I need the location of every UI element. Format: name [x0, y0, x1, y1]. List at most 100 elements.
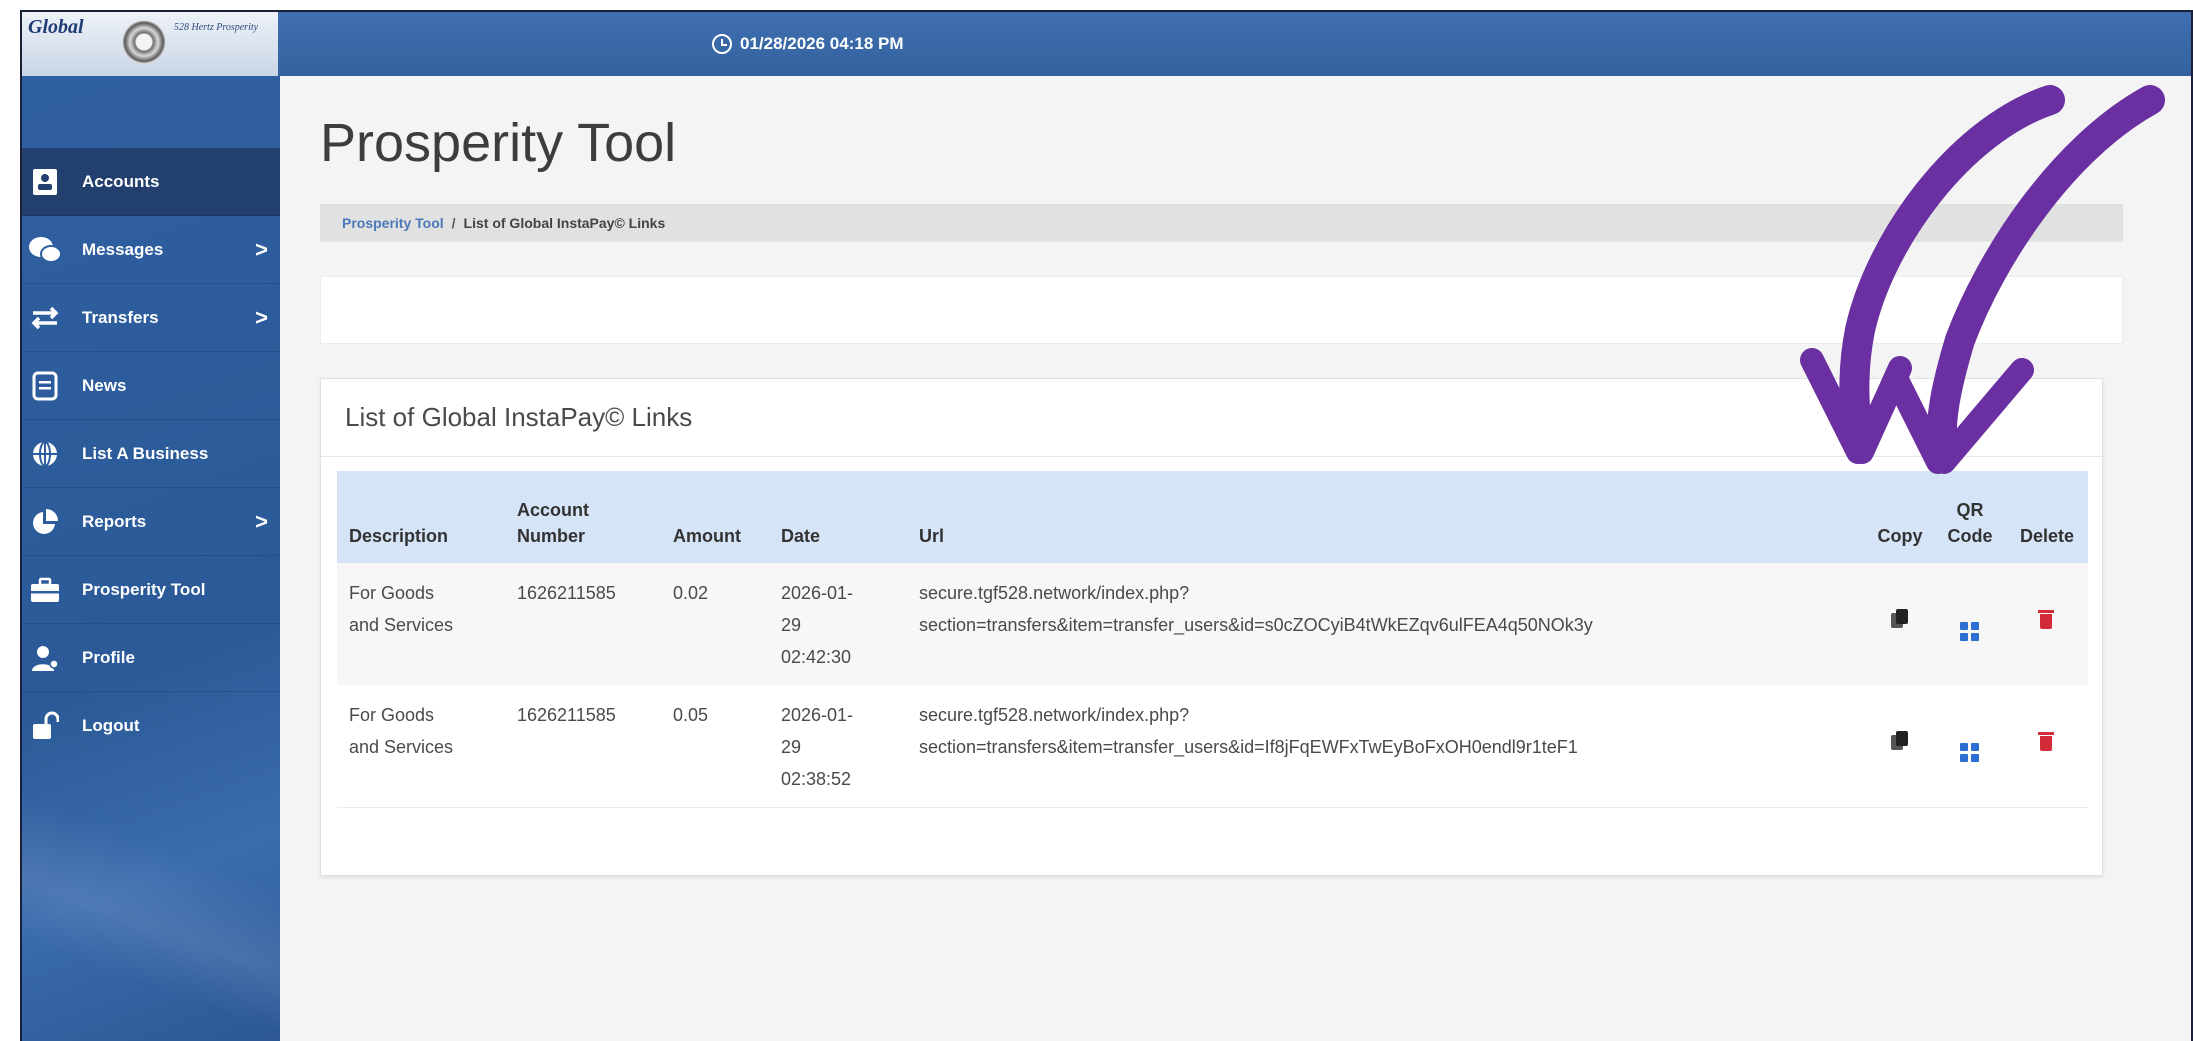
- column-header-date: Date: [781, 526, 821, 546]
- copy-icon[interactable]: [1889, 608, 1909, 630]
- cell-date: 2026-01- 29 02:38:52: [769, 685, 907, 807]
- sidebar-item-prosperity-tool[interactable]: Prosperity Tool: [22, 556, 280, 624]
- cell-delete: [2004, 563, 2088, 685]
- qr-code-icon[interactable]: [1959, 743, 1979, 763]
- url-text: secure.tgf528.network/index.php?: [919, 583, 1190, 603]
- column-header-amount: Amount: [673, 526, 741, 546]
- links-table: Description Account Number Amount Date U…: [337, 471, 2088, 808]
- qr-code-icon[interactable]: [1959, 621, 1979, 641]
- table-row: For Goods and Services 1626211585 0.02 2…: [337, 563, 2088, 685]
- sidebar-item-list-a-business[interactable]: List A Business: [22, 420, 280, 488]
- cell-text: 02:38:52: [781, 769, 852, 789]
- table-row: For Goods and Services 1626211585 0.05 2…: [337, 685, 2088, 807]
- cell-copy: [1864, 685, 1934, 807]
- cell-text: 29: [781, 615, 802, 635]
- globe-icon: [28, 437, 62, 471]
- cell-description: For Goods and Services: [337, 685, 505, 807]
- header-text: Account: [517, 500, 589, 520]
- cell-amount: 0.05: [673, 705, 709, 725]
- trash-icon[interactable]: [2038, 608, 2054, 630]
- sidebar-item-label: Prosperity Tool: [82, 579, 206, 599]
- chevron-right-icon: >: [255, 508, 268, 534]
- table-header-row: Description Account Number Amount Date U…: [337, 471, 2088, 563]
- breadcrumb-current: List of Global InstaPay© Links: [463, 215, 666, 231]
- cell-text: 2026-01-: [781, 705, 854, 725]
- card-title: List of Global InstaPay© Links: [321, 379, 2104, 457]
- sidebar-item-profile[interactable]: Profile: [22, 624, 280, 692]
- unlock-icon: [28, 709, 62, 743]
- sidebar-item-messages[interactable]: Messages >: [22, 216, 280, 284]
- cell-text: 02:42:30: [781, 647, 852, 667]
- chat-bubbles-icon: [28, 233, 62, 267]
- breadcrumb-separator: /: [451, 215, 456, 231]
- cell-account-number: 1626211585: [517, 583, 616, 603]
- sidebar-item-label: Logout: [82, 716, 140, 735]
- page-title: Prosperity Tool: [320, 113, 677, 173]
- cell-url: secure.tgf528.network/index.php? section…: [907, 685, 1864, 807]
- chevron-right-icon: >: [255, 236, 268, 262]
- column-header-copy: Copy: [1877, 526, 1923, 546]
- links-card: List of Global InstaPay© Links Descripti…: [320, 378, 2104, 876]
- column-header-url: Url: [919, 526, 945, 546]
- cell-text: and Services: [349, 737, 454, 757]
- document-icon: [28, 369, 62, 403]
- url-text: section=transfers&item=transfer_users&id…: [919, 737, 1578, 757]
- datetime-text: 01/28/2026 04:18 PM: [740, 34, 904, 53]
- app-window: Global 528 Hertz Prosperity 01/28/2026 0…: [20, 10, 2193, 1041]
- cell-description: For Goods and Services: [337, 563, 505, 685]
- sidebar-item-label: News: [82, 375, 127, 395]
- breadcrumb: Prosperity Tool / List of Global InstaPa…: [320, 204, 2123, 242]
- logo-brand: Global: [28, 16, 84, 38]
- column-header-qr-code: QR Code: [1934, 471, 2004, 563]
- header-text: Code: [1947, 526, 1993, 546]
- pie-chart-icon: [28, 505, 62, 539]
- header-text: Number: [517, 526, 586, 546]
- cell-copy: [1864, 563, 1934, 685]
- clock-icon: [712, 34, 732, 54]
- main-content: Prosperity Tool Prosperity Tool / List o…: [280, 76, 2191, 1041]
- cell-date: 2026-01- 29 02:42:30: [769, 563, 907, 685]
- top-bar: Global 528 Hertz Prosperity 01/28/2026 0…: [22, 12, 2191, 76]
- sidebar-item-label: Profile: [82, 647, 135, 667]
- cell-text: For Goods: [349, 705, 435, 725]
- breadcrumb-link-prosperity-tool[interactable]: Prosperity Tool: [342, 215, 444, 231]
- sidebar-item-label: Reports: [82, 511, 147, 531]
- sidebar-item-reports[interactable]: Reports >: [22, 488, 280, 556]
- column-header-delete: Delete: [2019, 526, 2075, 546]
- cell-account-number: 1626211585: [517, 705, 616, 725]
- cell-amount: 0.02: [673, 583, 709, 603]
- cell-text: 2026-01-: [781, 583, 854, 603]
- sidebar: Accounts Messages > Transfers > News Lis…: [22, 76, 280, 1041]
- sidebar-item-label: Accounts: [82, 171, 160, 191]
- toolbox-icon: [28, 573, 62, 607]
- seal-icon: [122, 20, 166, 64]
- cell-url: secure.tgf528.network/index.php? section…: [907, 563, 1864, 685]
- cell-delete: [2004, 685, 2088, 807]
- sidebar-item-logout[interactable]: Logout: [22, 692, 280, 760]
- trash-icon[interactable]: [2038, 730, 2054, 752]
- chevron-right-icon: >: [255, 304, 268, 330]
- url-text: secure.tgf528.network/index.php?: [919, 705, 1190, 725]
- sidebar-item-news[interactable]: News: [22, 352, 280, 420]
- user-icon: [28, 641, 62, 675]
- sidebar-item-transfers[interactable]: Transfers >: [22, 284, 280, 352]
- cell-text: For Goods: [349, 583, 435, 603]
- empty-panel: [320, 276, 2123, 344]
- sidebar-item-label: List A Business: [82, 443, 209, 463]
- cell-text: 29: [781, 737, 802, 757]
- cell-qr-code: [1934, 685, 2004, 807]
- url-text: section=transfers&item=transfer_users&id…: [919, 615, 1593, 635]
- column-header-description: Description: [349, 526, 449, 546]
- logo-tagline: 528 Hertz Prosperity: [174, 22, 259, 33]
- cell-qr-code: [1934, 563, 2004, 685]
- copy-icon[interactable]: [1889, 730, 1909, 752]
- header-text: QR: [1956, 500, 1984, 520]
- cell-text: and Services: [349, 615, 454, 635]
- column-header-account-number: Account Number: [505, 471, 661, 563]
- datetime-display: 01/28/2026 04:18 PM: [712, 12, 904, 76]
- sidebar-item-label: Transfers: [82, 307, 159, 327]
- logo[interactable]: Global 528 Hertz Prosperity: [22, 12, 278, 76]
- sidebar-item-accounts[interactable]: Accounts: [22, 148, 280, 216]
- sidebar-item-label: Messages: [82, 239, 164, 259]
- address-card-icon: [28, 165, 62, 199]
